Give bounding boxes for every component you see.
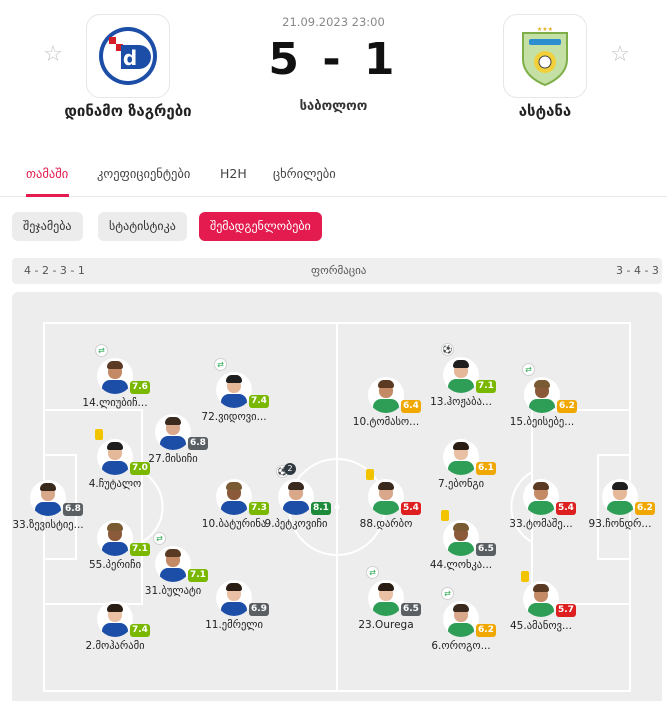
player-name: 88.დარბო [359,518,413,530]
player-name: 14.ლიუბიჩ... [82,397,148,409]
subtab-lineups[interactable]: შემადგენლობები [199,212,322,241]
player-avatar [278,479,314,515]
player-rating: 7.1 [130,543,150,556]
tab-odds[interactable]: კოეფიციენტები [97,166,190,181]
substitution-icon [522,363,535,376]
astana-crest-icon: ★★★ [522,26,568,87]
yellow-card-icon [366,469,374,480]
home-formation: 4 - 2 - 3 - 1 [24,264,85,277]
player-name: 7.ებონგი [437,478,485,490]
player-name: 27.მისიჩი [148,453,198,465]
goal-ball-icon [441,343,454,356]
player-name: 15.ბეისებე... [509,416,575,428]
player-avatar [524,377,560,413]
player-name: 23.Ourega [358,619,414,631]
player-avatar [443,439,479,475]
away-team-logo[interactable]: ★★★ [503,14,587,98]
player-rating: 5.4 [556,502,576,515]
yellow-card-icon [441,510,449,521]
tab-match[interactable]: თამაში [26,166,68,181]
player-rating: 6.1 [476,462,496,475]
player-name: 10.ტომასო... [352,416,420,428]
player-name: 2.მოჰარამი [85,640,145,652]
substitution-icon [153,532,166,545]
player-avatar [97,520,133,556]
player-avatar [523,479,559,515]
player-rating: 6.5 [476,543,496,556]
player-avatar [443,601,479,637]
player-rating: 6.9 [249,603,269,616]
substitution-icon [441,587,454,600]
yellow-card-icon [521,571,529,582]
yellow-card-icon [95,429,103,440]
tab-tables[interactable]: ცხრილები [273,166,336,181]
active-tab-indicator [26,194,69,197]
player-rating: 6.8 [63,503,83,516]
match-tabs: თამაში კოეფიციენტები H2H ცხრილები [0,150,667,197]
player-name: 44.ლოხკა... [429,559,493,571]
player-avatar [443,520,479,556]
subtab-summary[interactable]: შეჯამება [12,212,83,241]
player-rating: 8.1 [311,502,331,515]
formation-bar: 4 - 2 - 3 - 1 ფორმაცია 3 - 4 - 3 [12,258,662,284]
player-name: 33.ტომაშე... [509,518,573,530]
player-avatar [523,581,559,617]
away-formation: 3 - 4 - 3 [616,264,659,277]
player-rating: 6.2 [476,624,496,637]
player-rating: 6.5 [401,603,421,616]
player-avatar [30,480,66,516]
favorite-away-star-icon[interactable]: ☆ [609,44,631,66]
player-avatar [216,580,252,616]
player-avatar [368,479,404,515]
player-name: 13.ჰოჟაბა... [430,396,492,408]
player-name: 55.პერიჩი [88,559,142,571]
player-avatar [368,377,404,413]
player-avatar [155,546,191,582]
player-rating: 6.2 [635,502,655,515]
player-rating: 7.4 [130,624,150,637]
player-avatar [216,479,252,515]
player-rating: 6.8 [188,437,208,450]
player-rating: 5.4 [401,502,421,515]
substitution-icon [95,344,108,357]
player-name: 33.ზევისტიე... [12,519,84,531]
player-avatar [602,479,638,515]
player-name: 72.ვიდოვი... [201,411,267,423]
player-avatar [155,414,191,450]
player-rating: 7.1 [476,380,496,393]
player-avatar [97,601,133,637]
player-name: 31.ბულატი [144,585,202,597]
player-rating: 7.6 [130,381,150,394]
formation-label: ფორმაცია [311,264,367,277]
player-name: 11.ემრელი [205,619,263,631]
goal-count-badge: 2 [284,463,296,475]
svg-text:★★★: ★★★ [537,26,553,33]
player-name: 93.ჩონდრ... [588,518,652,530]
player-avatar [443,357,479,393]
player-rating: 7.3 [249,502,269,515]
player-avatar [216,372,252,408]
player-name: 45.ამანოვ... [510,620,572,632]
player-avatar [368,580,404,616]
subtab-statistics[interactable]: სტატისტიკა [98,212,187,241]
player-rating: 7.1 [188,569,208,582]
player-name: 4.ჩუტალო [88,478,142,490]
player-rating: 6.2 [557,400,577,413]
player-name: 6.ოროგო... [431,640,491,652]
player-rating: 5.7 [556,604,576,617]
away-team-name[interactable]: ასტანა [455,102,635,120]
tab-h2h[interactable]: H2H [220,166,247,181]
player-avatar [97,358,133,394]
substitution-icon [214,358,227,371]
player-name: 9.პეტკოვიჩი [264,518,328,530]
player-rating: 7.4 [249,395,269,408]
substitution-icon [366,566,379,579]
